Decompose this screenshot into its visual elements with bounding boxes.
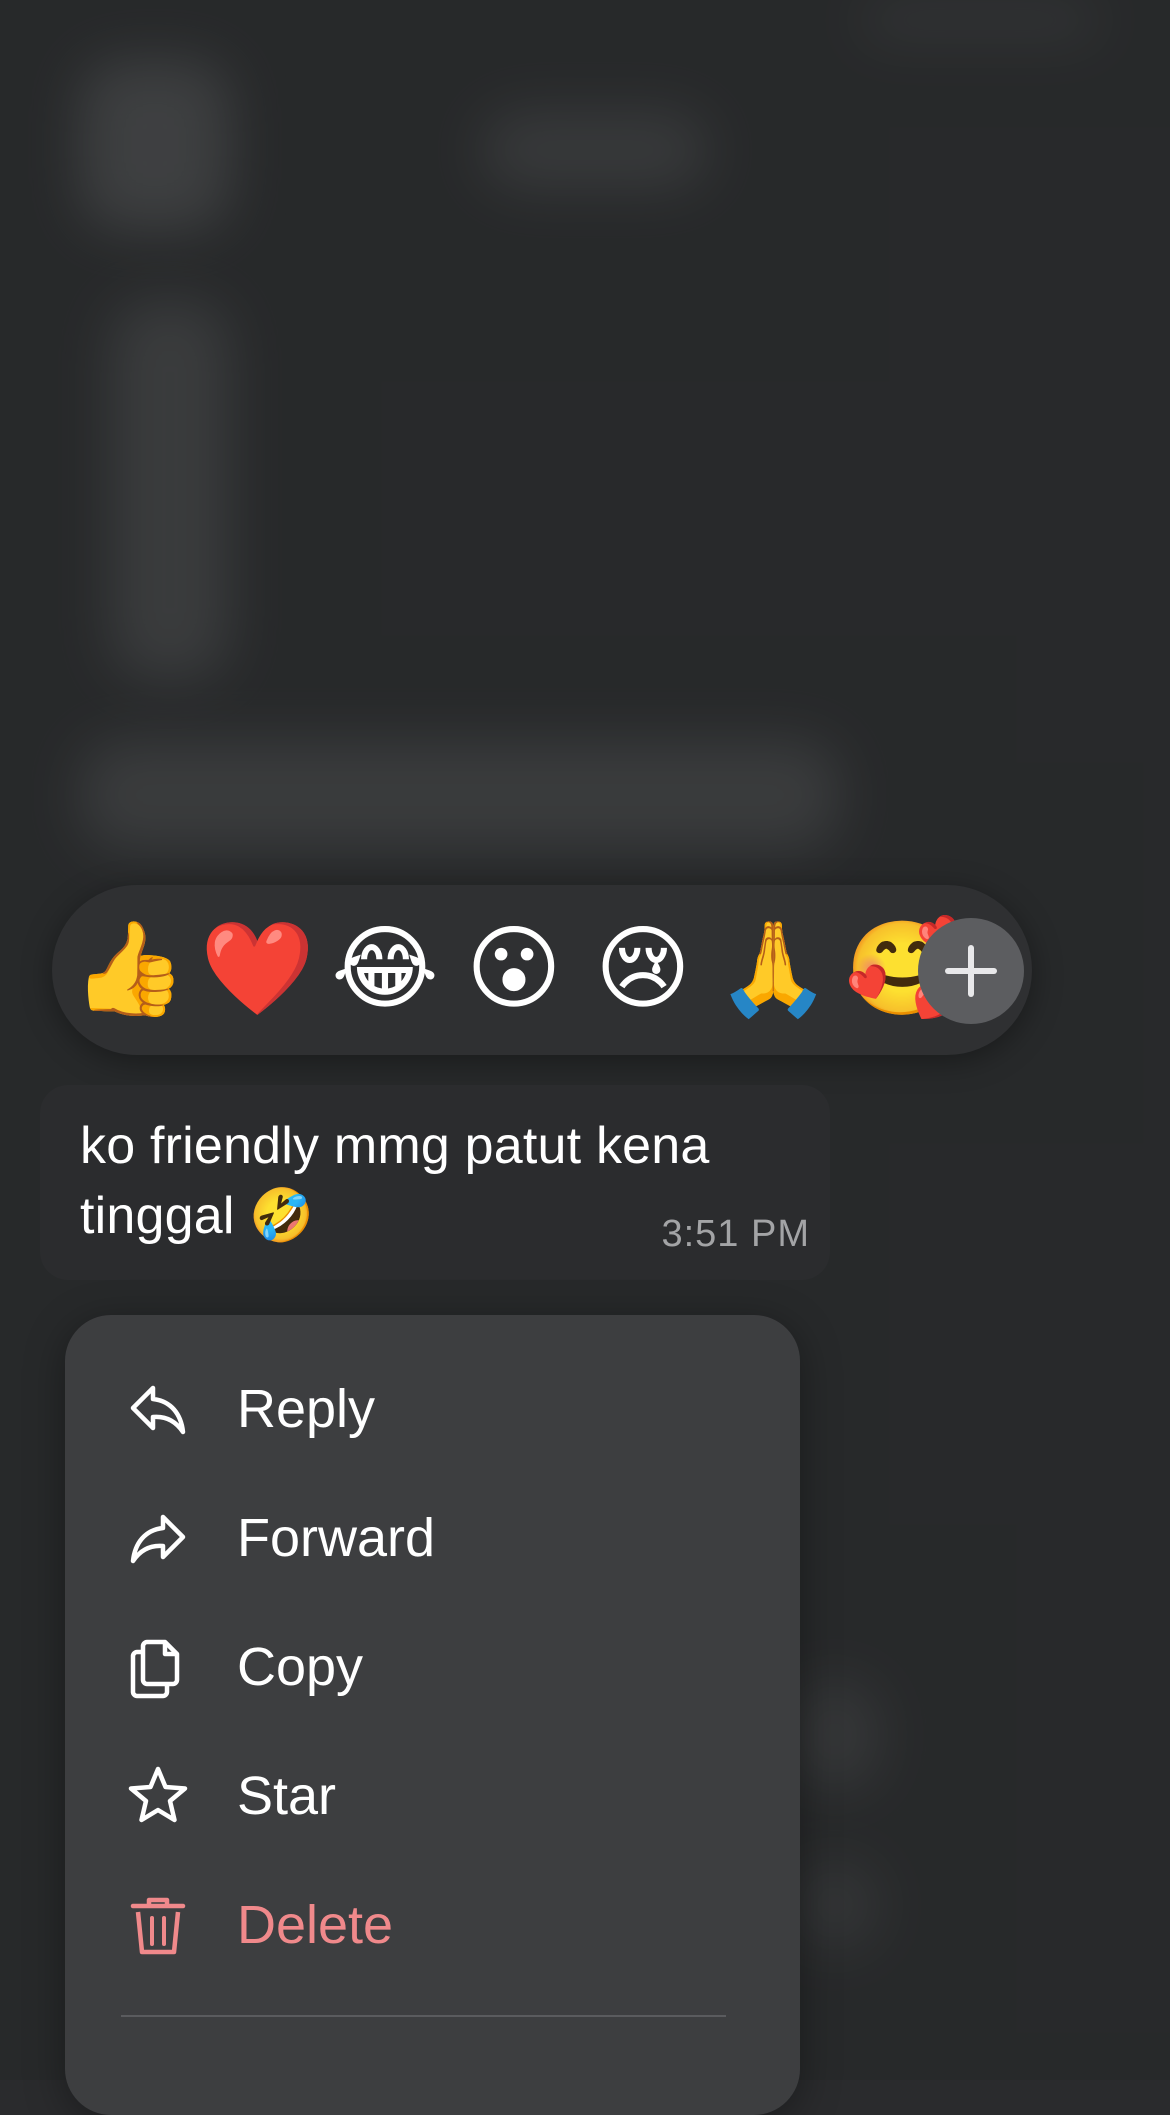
- reaction-crying[interactable]: 😢: [587, 913, 699, 1025]
- menu-item-label: Star: [237, 1766, 337, 1826]
- menu-item-label: Reply: [237, 1379, 376, 1439]
- menu-item-label: Copy: [237, 1637, 364, 1697]
- menu-item-delete[interactable]: Delete: [65, 1866, 800, 1984]
- reaction-bar: 👍 ❤️ 😂 😮 😢 🙏 🥰: [52, 885, 1032, 1055]
- copy-icon: [130, 1639, 180, 1699]
- message-bubble: ko friendly mmg patut kena tinggal 🤣 3:5…: [40, 1085, 830, 1280]
- reaction-heart[interactable]: ❤️: [200, 913, 315, 1025]
- message-timestamp: 3:51 PM: [661, 1213, 810, 1255]
- trash-icon: [130, 1897, 186, 1955]
- menu-item-reply[interactable]: Reply: [65, 1350, 800, 1468]
- menu-item-star[interactable]: Star: [65, 1737, 800, 1855]
- reply-icon: [130, 1385, 186, 1435]
- reaction-list: 👍 ❤️ 😂 😮 😢 🙏 🥰: [72, 885, 972, 1055]
- reaction-thumbs-up[interactable]: 👍: [72, 913, 187, 1025]
- plus-icon: [945, 945, 997, 997]
- menu-divider: [121, 2015, 726, 2017]
- more-reactions-button[interactable]: [918, 918, 1024, 1024]
- reaction-surprised[interactable]: 😮: [458, 913, 570, 1025]
- message-context-menu: Reply Forward Copy Star Delete: [65, 1315, 800, 2115]
- menu-item-label: Forward: [237, 1508, 436, 1568]
- menu-item-label: Delete: [237, 1895, 394, 1955]
- reaction-praying[interactable]: 🙏: [716, 913, 831, 1025]
- star-icon: [128, 1766, 188, 1823]
- forward-icon: [130, 1514, 186, 1564]
- menu-item-forward[interactable]: Forward: [65, 1479, 800, 1597]
- reaction-laughing[interactable]: 😂: [329, 913, 441, 1025]
- menu-item-copy[interactable]: Copy: [65, 1608, 800, 1726]
